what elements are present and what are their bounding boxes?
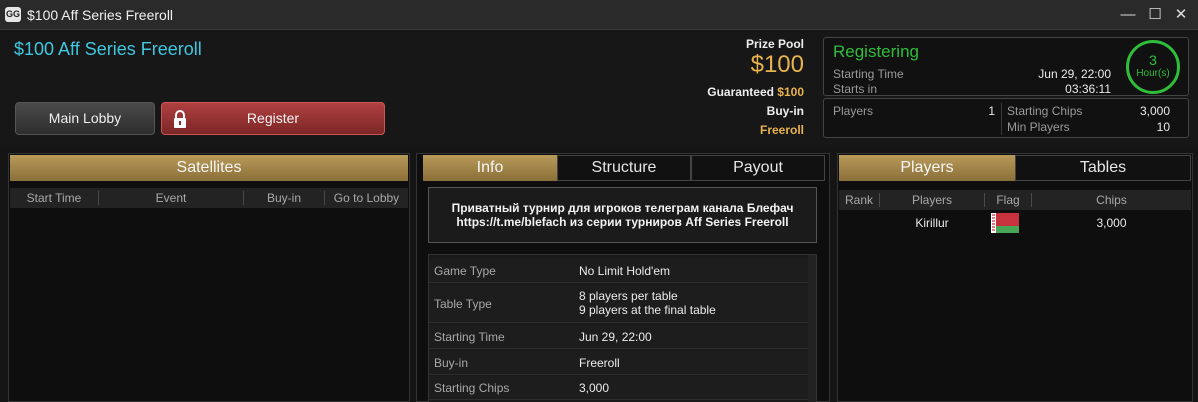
player-row[interactable]: Kirillur 3,000	[839, 211, 1195, 233]
tab-info[interactable]: Info	[423, 155, 557, 181]
col-players[interactable]: Players	[880, 190, 984, 210]
tab-tables[interactable]: Tables	[1015, 155, 1191, 181]
prize-pool-value: $100	[750, 51, 804, 78]
stats-divider	[1001, 103, 1002, 135]
lock-icon	[174, 110, 186, 128]
tournament-header: $100 Aff Series Freeroll Main Lobby Regi…	[0, 31, 1198, 146]
description-line-1: Приватный турнир для игроков телеграм ка…	[451, 201, 794, 215]
description-line-2: https://t.me/blefach из серии турниров A…	[456, 215, 789, 229]
close-button[interactable]: ✕	[1170, 4, 1192, 26]
satellites-column-header: Start Time Event Buy-in Go to Lobby	[10, 188, 408, 208]
buyin-label: Buy-in	[766, 104, 804, 118]
info-row: Buy-in Freeroll	[429, 351, 809, 375]
info-value: 8 players per table	[579, 289, 678, 303]
tournament-description: Приватный турнир для игроков телеграм ка…	[428, 187, 817, 243]
players-value: 1	[988, 104, 995, 118]
info-key: Buy-in	[434, 356, 469, 370]
starting-chips-value: 3,000	[1139, 104, 1170, 118]
player-name: Kirillur	[915, 216, 949, 230]
info-table: Game Type No Limit Hold'em Table Type 8 …	[428, 254, 817, 402]
min-players-label: Min Players	[1007, 120, 1070, 134]
col-flag[interactable]: Flag	[985, 190, 1031, 210]
status-box: Registering Starting Time Jun 29, 22:00 …	[823, 37, 1189, 96]
min-players-value: 10	[1156, 120, 1170, 134]
player-chips: 3,000	[1096, 216, 1127, 230]
info-row: Table Type 8 players per table 9 players…	[429, 285, 809, 323]
info-key: Game Type	[434, 264, 496, 278]
buyin-value: Freeroll	[759, 123, 804, 137]
info-row: Game Type No Limit Hold'em	[429, 259, 809, 283]
register-button[interactable]: Register	[161, 102, 385, 135]
countdown-ring: 3 Hour(s)	[1126, 40, 1180, 94]
title-bar: GG $100 Aff Series Freeroll — ☐ ✕	[0, 0, 1198, 30]
col-buyin[interactable]: Buy-in	[244, 188, 324, 208]
info-scrollbar[interactable]	[808, 255, 816, 402]
countdown-unit: Hour(s)	[1136, 68, 1170, 79]
players-label: Players	[833, 104, 874, 118]
col-start-time[interactable]: Start Time	[10, 188, 98, 208]
guaranteed-line: Guaranteed $100	[707, 85, 804, 99]
players-column-header: Rank Players Flag Chips	[839, 190, 1191, 210]
players-panel: Players Tables Rank Players Flag Chips K…	[837, 153, 1193, 402]
info-key: Table Type	[434, 297, 492, 311]
info-row: Starting Chips 3,000	[429, 376, 809, 400]
guaranteed-label: Guaranteed	[707, 85, 774, 99]
tab-structure[interactable]: Structure	[557, 155, 691, 181]
starts-in-label: Starts in	[833, 82, 878, 96]
starting-time-value: Jun 29, 22:00	[1038, 67, 1111, 81]
main-lobby-button[interactable]: Main Lobby	[15, 102, 155, 135]
info-value: No Limit Hold'em	[579, 264, 670, 278]
col-event[interactable]: Event	[99, 188, 243, 208]
stats-box: Players 1 Starting Chips 3,000 Min Playe…	[823, 98, 1189, 138]
info-value: Jun 29, 22:00	[579, 330, 652, 344]
app-logo-icon: GG	[5, 7, 21, 22]
maximize-button[interactable]: ☐	[1144, 4, 1166, 26]
window-title: $100 Aff Series Freeroll	[27, 7, 174, 23]
guaranteed-value: $100	[777, 85, 804, 99]
tab-payout[interactable]: Payout	[691, 155, 825, 181]
prize-pool-label: Prize Pool	[745, 37, 804, 51]
starting-chips-label: Starting Chips	[1007, 104, 1083, 118]
starting-time-label: Starting Time	[833, 67, 904, 81]
info-value: 3,000	[579, 381, 610, 395]
status-title: Registering	[833, 42, 919, 61]
satellites-title: Satellites	[10, 155, 408, 181]
col-chips[interactable]: Chips	[1032, 190, 1191, 210]
col-go-to-lobby[interactable]: Go to Lobby	[325, 188, 408, 208]
satellites-panel: Satellites Start Time Event Buy-in Go to…	[8, 153, 410, 402]
col-rank[interactable]: Rank	[839, 190, 879, 210]
info-row: Starting Time Jun 29, 22:00	[429, 325, 809, 349]
countdown-number: 3	[1149, 52, 1157, 68]
info-key: Starting Time	[434, 330, 505, 344]
info-panel: Info Structure Payout Приватный турнир д…	[416, 153, 830, 402]
info-value-line-2: 9 players at the final table	[579, 303, 716, 317]
belarus-flag-icon	[991, 213, 1019, 233]
minimize-button[interactable]: —	[1117, 4, 1139, 26]
tournament-name: $100 Aff Series Freeroll	[14, 39, 202, 59]
info-key: Starting Chips	[434, 381, 510, 395]
info-value: Freeroll	[579, 356, 620, 370]
register-label: Register	[246, 110, 300, 126]
starts-in-value: 03:36:11	[1065, 82, 1111, 96]
tab-players[interactable]: Players	[839, 155, 1015, 181]
